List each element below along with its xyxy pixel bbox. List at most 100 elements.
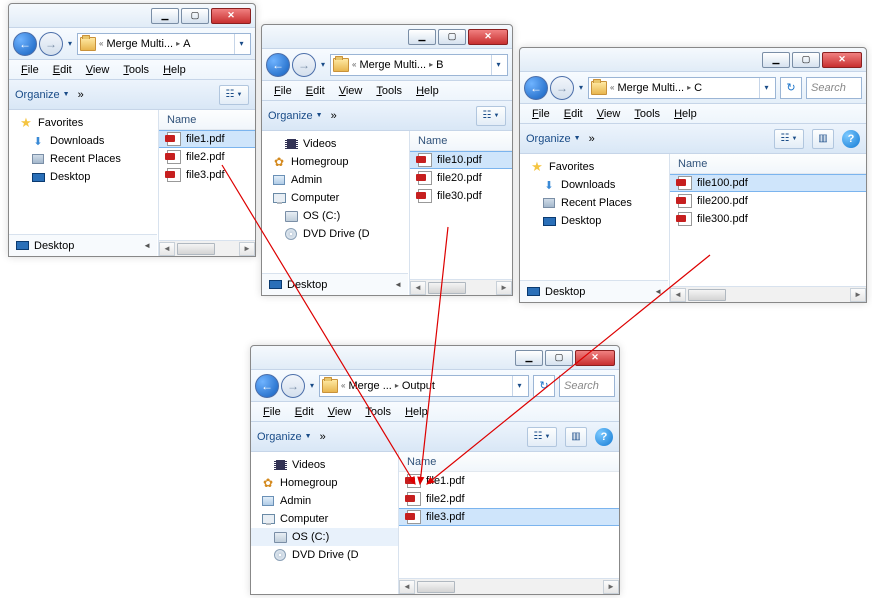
sidebar-footer[interactable]: Desktop◄ <box>520 280 668 302</box>
minimize-button[interactable]: ▁ <box>515 350 543 366</box>
sidebar-footer[interactable]: Desktop◄ <box>9 234 157 256</box>
file-row[interactable]: file100.pdf <box>670 174 866 192</box>
scroll-right[interactable]: ► <box>850 288 866 302</box>
minimize-button[interactable]: ▁ <box>151 8 179 24</box>
help-button[interactable]: ? <box>842 130 860 148</box>
organize-button[interactable]: Organize ▼ <box>257 431 312 443</box>
close-button[interactable]: ✕ <box>822 52 862 68</box>
menu-view[interactable]: View <box>80 63 116 77</box>
menu-edit[interactable]: Edit <box>47 63 78 77</box>
sidebar-os[interactable]: OS (C:) <box>262 207 409 225</box>
sidebar-dvd[interactable]: DVD Drive (D <box>262 225 409 243</box>
scroll-thumb[interactable] <box>428 282 466 294</box>
file-row[interactable]: file30.pdf <box>410 187 512 205</box>
titlebar[interactable]: ▁ ▢ ✕ <box>9 4 255 28</box>
maximize-button[interactable]: ▢ <box>545 350 573 366</box>
menu-help[interactable]: Help <box>399 405 434 419</box>
address-dropdown[interactable]: ▾ <box>512 376 526 396</box>
view-button[interactable]: ☷▼ <box>527 427 557 447</box>
address-dropdown[interactable]: ▾ <box>759 78 773 98</box>
file-pane[interactable]: Name file1.pdf file2.pdf file3.pdf <box>399 452 619 594</box>
menu-file[interactable]: File <box>257 405 287 419</box>
menu-help[interactable]: Help <box>157 63 192 77</box>
close-button[interactable]: ✕ <box>575 350 615 366</box>
file-row[interactable]: file1.pdf <box>159 130 255 148</box>
scroll-left[interactable]: ◄ <box>410 281 426 295</box>
titlebar[interactable]: ▁ ▢ ✕ <box>520 48 866 72</box>
scroll-thumb[interactable] <box>688 289 726 301</box>
menu-edit[interactable]: Edit <box>300 84 331 98</box>
menu-file[interactable]: File <box>268 84 298 98</box>
view-button[interactable]: ☷▼ <box>219 85 249 105</box>
back-button[interactable]: ← <box>255 374 279 398</box>
sidebar-homegroup[interactable]: ✿Homegroup <box>262 153 409 171</box>
nav-history-dropdown[interactable]: ▾ <box>65 39 75 48</box>
breadcrumb[interactable]: Merge ... <box>348 380 391 392</box>
maximize-button[interactable]: ▢ <box>181 8 209 24</box>
forward-button[interactable]: → <box>550 76 574 100</box>
favorites-group[interactable]: ★Favorites <box>520 158 669 176</box>
sidebar-admin[interactable]: Admin <box>262 171 409 189</box>
toolbar-overflow[interactable]: » <box>320 431 326 443</box>
menu-view[interactable]: View <box>333 84 369 98</box>
column-header-name[interactable]: Name <box>399 452 619 472</box>
nav-history-dropdown[interactable]: ▾ <box>318 60 328 69</box>
menu-file[interactable]: File <box>526 107 556 121</box>
sidebar-desktop[interactable]: Desktop <box>520 212 669 230</box>
breadcrumb[interactable]: Merge Multi... <box>359 59 426 71</box>
file-row[interactable]: file2.pdf <box>159 148 255 166</box>
file-pane[interactable]: Name file100.pdf file200.pdf file300.pdf <box>670 154 866 302</box>
address-dropdown[interactable]: ▾ <box>234 34 248 54</box>
forward-button[interactable]: → <box>39 32 63 56</box>
sidebar-footer[interactable]: Desktop◄ <box>262 273 408 295</box>
breadcrumb[interactable]: A <box>183 38 190 50</box>
menu-edit[interactable]: Edit <box>558 107 589 121</box>
search-input[interactable]: Search <box>806 77 862 99</box>
scroll-right[interactable]: ► <box>496 281 512 295</box>
forward-button[interactable]: → <box>292 53 316 77</box>
breadcrumb[interactable]: B <box>436 59 443 71</box>
file-row[interactable]: file2.pdf <box>399 490 619 508</box>
maximize-button[interactable]: ▢ <box>438 29 466 45</box>
file-row[interactable]: file300.pdf <box>670 210 866 228</box>
organize-button[interactable]: Organize ▼ <box>15 89 70 101</box>
scroll-right[interactable]: ► <box>603 580 619 594</box>
search-input[interactable]: Search <box>559 375 615 397</box>
view-button[interactable]: ☷▼ <box>476 106 506 126</box>
breadcrumb[interactable]: Merge Multi... <box>106 38 173 50</box>
scroll-left[interactable]: ◄ <box>399 580 415 594</box>
scroll-left[interactable]: ◄ <box>670 288 686 302</box>
menu-view[interactable]: View <box>591 107 627 121</box>
file-row[interactable]: file3.pdf <box>159 166 255 184</box>
file-pane[interactable]: Name file10.pdf file20.pdf file30.pdf <box>410 131 512 295</box>
menu-view[interactable]: View <box>322 405 358 419</box>
maximize-button[interactable]: ▢ <box>792 52 820 68</box>
sidebar-videos[interactable]: Videos <box>251 456 398 474</box>
forward-button[interactable]: → <box>281 374 305 398</box>
address-bar[interactable]: « Merge ... ▸ Output ▾ <box>319 375 529 397</box>
minimize-button[interactable]: ▁ <box>408 29 436 45</box>
scroll-thumb[interactable] <box>177 243 215 255</box>
refresh-button[interactable]: ↻ <box>533 375 555 397</box>
organize-button[interactable]: Organize ▼ <box>526 133 581 145</box>
breadcrumb[interactable]: Merge Multi... <box>617 82 684 94</box>
menu-help[interactable]: Help <box>410 84 445 98</box>
menu-tools[interactable]: Tools <box>370 84 408 98</box>
sidebar-videos[interactable]: Videos <box>262 135 409 153</box>
minimize-button[interactable]: ▁ <box>762 52 790 68</box>
menu-tools[interactable]: Tools <box>359 405 397 419</box>
toolbar-overflow[interactable]: » <box>331 110 337 122</box>
organize-button[interactable]: Organize ▼ <box>268 110 323 122</box>
toolbar-overflow[interactable]: » <box>78 89 84 101</box>
file-pane[interactable]: Name file1.pdf file2.pdf file3.pdf <box>159 110 255 256</box>
nav-history-dropdown[interactable]: ▾ <box>576 83 586 92</box>
menu-edit[interactable]: Edit <box>289 405 320 419</box>
address-dropdown[interactable]: ▾ <box>491 55 505 75</box>
column-header-name[interactable]: Name <box>159 110 255 130</box>
menu-file[interactable]: File <box>15 63 45 77</box>
file-row[interactable]: file20.pdf <box>410 169 512 187</box>
sidebar-computer[interactable]: Computer <box>251 510 398 528</box>
breadcrumb[interactable]: C <box>694 82 702 94</box>
scroll-left[interactable]: ◄ <box>159 242 175 256</box>
sidebar-desktop[interactable]: Desktop <box>9 168 158 186</box>
